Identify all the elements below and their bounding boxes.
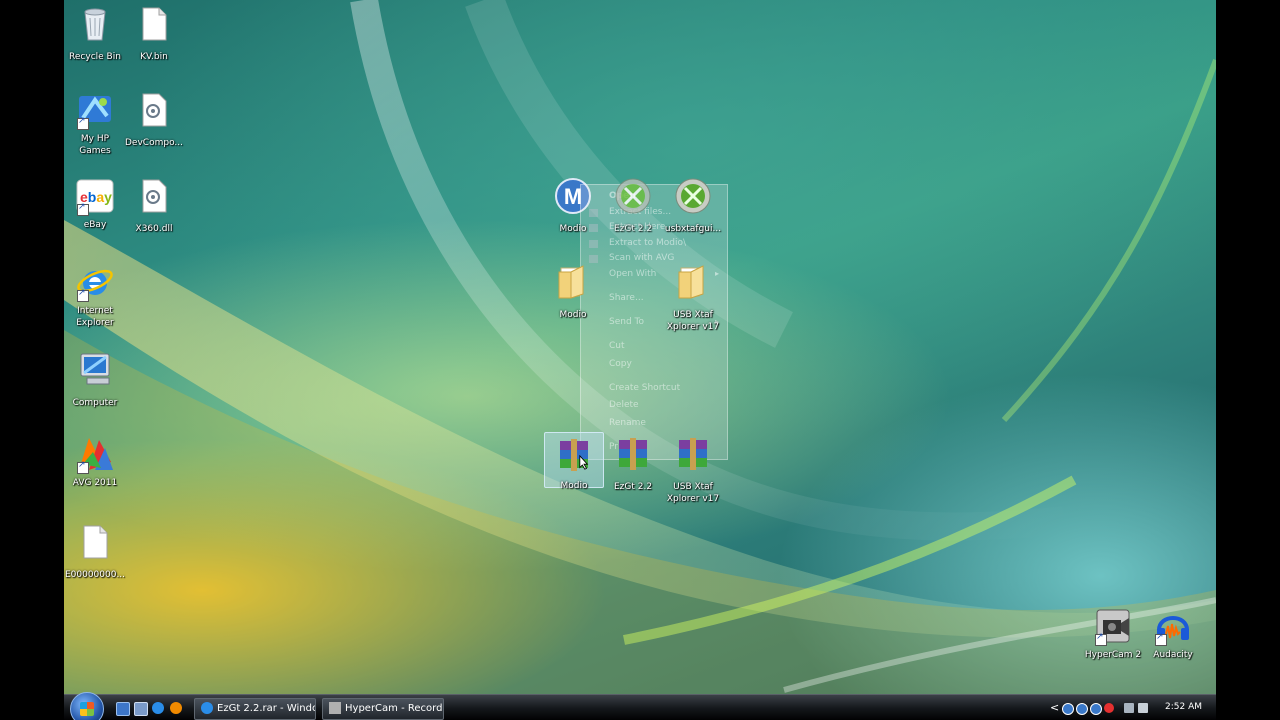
taskbar-clock[interactable]: 2:52 AM [1165,702,1202,712]
menu-item-create-shortcut[interactable]: Create Shortcut [609,383,680,393]
menu-item-copy[interactable]: Copy [609,359,632,369]
hypercam-icon [329,702,341,714]
desktop-icon-label: X360.dll [135,224,173,234]
recycle-bin-icon [84,8,106,41]
volume-tray-icon[interactable] [1138,703,1148,713]
desktop-icon-x360-dll[interactable]: X360.dll [123,176,185,235]
modio-tray-icon[interactable] [1062,703,1074,715]
menu-item-extract-to[interactable]: Extract to Modio\ [609,238,686,248]
winrar-menu-icon [589,224,598,232]
desktop-icon-usb-xtaf-folder[interactable]: USB Xtaf Xplorer v17 [662,262,724,333]
desktop-icon-devcompo[interactable]: DevCompo... [123,90,185,149]
menu-item-open-with[interactable]: Open With [609,269,656,279]
modio-tray-icon[interactable] [1076,703,1088,715]
desktop-icon-label: Modio [560,481,588,491]
desktop-icon-label: E00000000... [64,570,126,580]
tray-expand-chevron[interactable]: < [1050,701,1059,714]
shortcut-arrow-icon [77,288,89,302]
desktop-icon-label: DevCompo... [125,138,183,148]
shortcut-arrow-icon [77,460,89,474]
desktop-icon-label: Recycle Bin [69,52,121,62]
menu-item-delete[interactable]: Delete [609,400,639,410]
network-tray-icon[interactable] [1124,703,1134,713]
dll-file-icon [142,93,167,127]
system-tray: < 2:52 AM [1050,695,1216,720]
folder-icon [678,265,704,299]
desktop-icon-label: EzGt 2.2 [613,482,653,492]
menu-item-rename[interactable]: Rename [609,418,646,428]
taskbar-button-winrar[interactable]: EzGt 2.2.rar - Windo... [194,698,316,720]
desktop-icon-usbxtafgui[interactable]: usbxtafgui... [662,176,724,235]
desktop-icon-recycle-bin[interactable]: Recycle Bin [64,4,126,63]
dll-file-icon [142,179,167,213]
start-button[interactable] [70,692,104,720]
desktop-icon-ezgt-rar[interactable]: EzGt 2.2 [602,434,664,493]
media-player-icon[interactable] [170,702,182,714]
winrar-archive-icon [679,438,707,470]
taskbar-button-hypercam[interactable]: HyperCam - Record... [322,698,444,720]
modio-tray-icon[interactable] [1090,703,1102,715]
desktop-icon-usb-xtaf-rar[interactable]: USB Xtaf Xplorer v17 [662,434,724,505]
desktop-icon-label: Internet Explorer [76,306,114,328]
desktop-icon-label: KV.bin [140,52,168,62]
file-icon [142,7,167,41]
avg-tray-icon[interactable] [1104,703,1114,713]
ie-icon [201,702,213,714]
computer-icon [80,353,110,385]
desktop-icon-label: Audacity [1153,650,1193,660]
xbox-icon [615,178,651,214]
desktop-icon-label: eBay [83,220,107,230]
desktop-icon-label: EzGt 2.2 [613,224,653,234]
desktop-icon-label: USB Xtaf Xplorer v17 [666,310,720,332]
desktop-icon-modio-folder[interactable]: Modio [542,262,604,321]
desktop-icon-avg-2011[interactable]: AVG 2011 [64,434,126,489]
desktop-icon-modio-rar[interactable]: Modio [544,432,604,491]
desktop-icon-internet-explorer[interactable]: Internet Explorer [64,262,126,329]
shortcut-arrow-icon [77,202,89,216]
desktop-icon-kv-bin[interactable]: KV.bin [123,4,185,63]
menu-item-share[interactable]: Share... [609,293,644,303]
desktop-icon-hypercam[interactable]: HyperCam 2 [1082,606,1144,661]
desktop-icon-my-hp-games[interactable]: My HP Games [64,90,126,157]
xbox-icon [675,178,711,214]
desktop-icon-e0000[interactable]: E00000000... [64,522,126,581]
switch-windows-icon[interactable] [134,702,148,716]
winrar-menu-icon [589,209,598,217]
winrar-menu-icon [589,240,598,248]
desktop: Recycle Bin KV.bin My HP Games DevCompo.… [64,0,1216,720]
file-icon [83,525,108,559]
show-desktop-icon[interactable] [116,702,130,716]
desktop-icon-label: Computer [72,398,118,408]
shortcut-arrow-icon [1095,632,1107,646]
desktop-icon-ebay[interactable]: ebay eBay [64,176,126,231]
desktop-icon-label: HyperCam 2 [1084,650,1142,660]
desktop-icon-label: AVG 2011 [72,478,118,488]
shortcut-arrow-icon [77,116,89,130]
folder-icon [558,265,584,299]
internet-explorer-icon[interactable] [152,702,164,714]
taskbar-button-label: EzGt 2.2.rar - Windo... [217,703,315,714]
taskbar: EzGt 2.2.rar - Windo... HyperCam - Recor… [64,692,1216,720]
desktop-icon-computer[interactable]: Computer [64,350,126,409]
desktop-icon-label: Modio [559,310,587,320]
mouse-cursor-icon [579,455,589,470]
desktop-icon-label: My HP Games [79,134,111,156]
desktop-icon-label: usbxtafgui... [664,224,722,234]
desktop-icon-label: USB Xtaf Xplorer v17 [666,482,720,504]
desktop-icon-audacity[interactable]: Audacity [1142,606,1204,661]
taskbar-button-label: HyperCam - Record... [345,703,444,714]
winrar-archive-icon [619,438,647,470]
desktop-icon-ezgt-app[interactable]: EzGt 2.2 [602,176,664,235]
shortcut-arrow-icon [1155,632,1167,646]
menu-item-cut[interactable]: Cut [609,341,625,351]
menu-item-send-to[interactable]: Send To [609,317,644,327]
